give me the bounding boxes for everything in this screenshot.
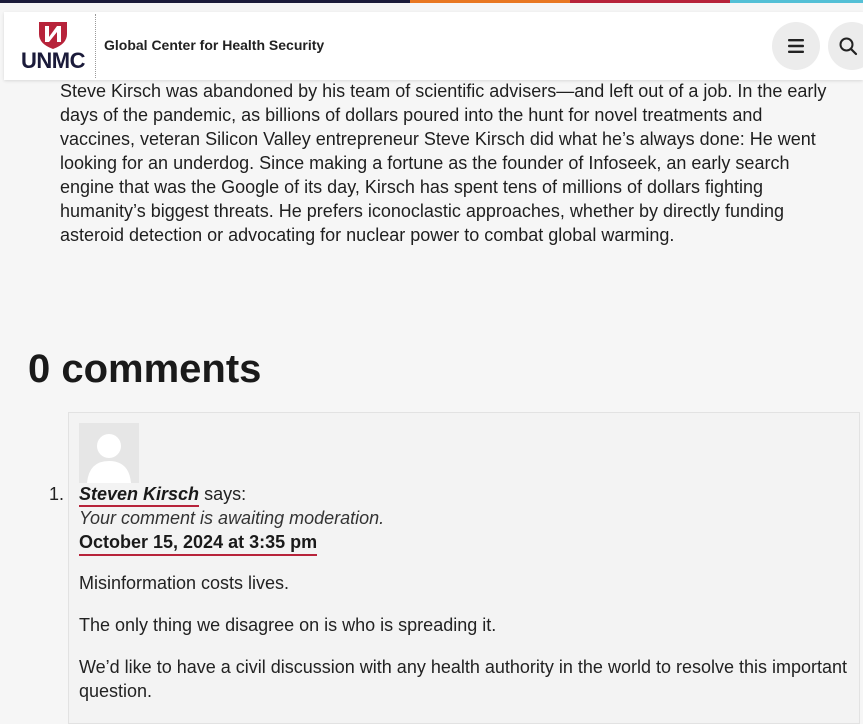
header-divider <box>95 14 96 78</box>
stripe-segment-teal <box>730 0 863 3</box>
comment-paragraph: The only thing we disagree on is who is … <box>79 615 497 635</box>
comment-paragraph: We’d like to have a civil discussion wit… <box>79 657 848 701</box>
stripe-segment-navy <box>0 0 410 3</box>
moderation-notice: Your comment is awaiting moderation. <box>79 508 385 528</box>
comment-body: Misinformation costs lives. The only thi… <box>79 571 854 721</box>
menu-button[interactable] <box>772 22 820 70</box>
comment-date-link[interactable]: October 15, 2024 at 3:35 pm <box>79 531 318 556</box>
search-button[interactable] <box>828 22 863 70</box>
comment-paragraph: Misinformation costs lives. <box>79 573 290 593</box>
brand-color-stripe <box>0 0 863 3</box>
comment-author-link[interactable]: Steven Kirsch <box>79 484 200 507</box>
unmc-logo[interactable]: UNMC <box>20 20 86 72</box>
default-avatar-icon <box>79 423 139 483</box>
stripe-segment-orange <box>410 0 570 3</box>
stripe-segment-red <box>570 0 730 3</box>
site-title[interactable]: Global Center for Health Security <box>104 37 324 53</box>
site-header: UNMC Global Center for Health Security <box>4 12 863 80</box>
comments-heading: 0 comments <box>28 347 262 391</box>
unmc-shield-icon <box>39 22 67 49</box>
comment-meta: Steven Kirsch says: Your comment is awai… <box>79 482 849 556</box>
article-paragraph: Steve Kirsch was abandoned by his team o… <box>60 81 827 245</box>
comment-number: 1. <box>49 484 65 504</box>
search-icon <box>839 37 858 56</box>
logo-wordmark: UNMC <box>21 48 86 73</box>
hamburger-menu-icon <box>788 39 804 53</box>
comment-says-label: says: <box>204 484 247 504</box>
